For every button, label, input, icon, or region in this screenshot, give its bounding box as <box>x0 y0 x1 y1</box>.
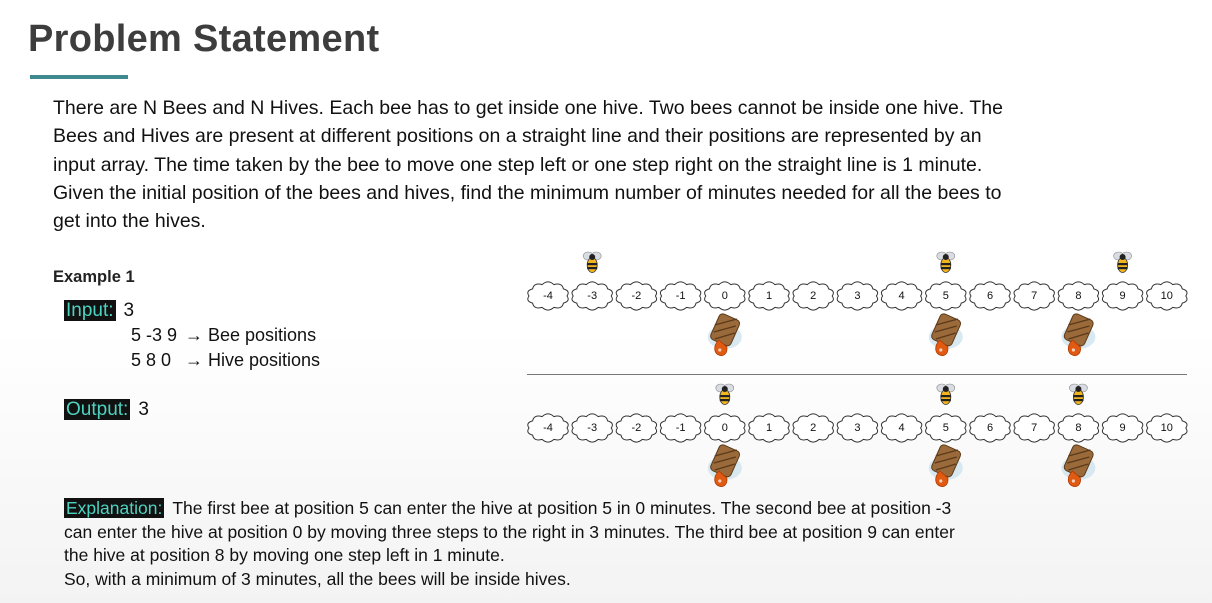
number-line-before: -4 -3 -2 -1 0 1 2 3 4 5 6 7 8 9 10 <box>527 251 1188 357</box>
position-label: 5 <box>943 422 949 434</box>
position-label: 0 <box>722 290 728 302</box>
position-label: 1 <box>766 422 772 434</box>
bee-icon <box>936 251 956 273</box>
position-label: -1 <box>676 290 686 302</box>
number-line-after: -4 -3 -2 -1 0 1 2 3 4 5 6 7 8 9 10 <box>527 383 1188 488</box>
bee-icon <box>715 383 735 405</box>
position-label: -3 <box>587 422 597 434</box>
explanation-line: can enter the hive at position 0 by movi… <box>64 521 955 542</box>
position-label: 8 <box>1075 290 1081 302</box>
bee-icon <box>1068 383 1088 405</box>
position-label: 0 <box>722 422 728 434</box>
beehive-icon <box>707 442 743 488</box>
position-label: 6 <box>987 422 993 434</box>
beehive-icon <box>1060 311 1097 357</box>
position-label: -4 <box>543 422 553 434</box>
bee-icon <box>582 251 602 273</box>
position-label: -2 <box>632 290 642 302</box>
beehive-icon <box>928 442 964 488</box>
explanation: Explanation: The first bee at position 5 … <box>64 497 955 592</box>
position-label: 2 <box>810 422 816 434</box>
position-label: 1 <box>766 290 772 302</box>
beehive-icon <box>928 311 964 357</box>
position-label: 3 <box>854 422 860 434</box>
position-label: -4 <box>543 290 553 302</box>
position-label: 4 <box>899 290 905 302</box>
bee-icon <box>936 383 956 405</box>
position-label: 4 <box>899 422 905 434</box>
position-label: 2 <box>810 290 816 302</box>
slide: Problem Statement There are N Bees and N… <box>0 0 1212 603</box>
position-label: -1 <box>676 422 686 434</box>
position-label: 7 <box>1031 290 1037 302</box>
position-label: 9 <box>1120 422 1126 434</box>
position-label: 6 <box>987 290 993 302</box>
bee-icon <box>1113 251 1133 273</box>
beehive-icon <box>707 311 743 357</box>
explanation-line: The first bee at position 5 can enter th… <box>172 498 952 518</box>
position-label: 10 <box>1161 290 1173 302</box>
position-label: 9 <box>1120 290 1126 302</box>
position-label: -3 <box>587 290 597 302</box>
position-label: 10 <box>1161 422 1173 434</box>
position-label: 7 <box>1031 422 1037 434</box>
explanation-line: So, with a minimum of 3 minutes, all the… <box>64 569 571 590</box>
explanation-label: Explanation: <box>64 498 165 518</box>
position-label: 3 <box>854 290 860 302</box>
beehive-icon <box>1060 442 1097 488</box>
position-label: 5 <box>943 290 949 302</box>
position-label: -2 <box>632 422 642 434</box>
position-label: 8 <box>1075 422 1081 434</box>
explanation-line: the hive at position 8 by moving one ste… <box>64 545 505 566</box>
